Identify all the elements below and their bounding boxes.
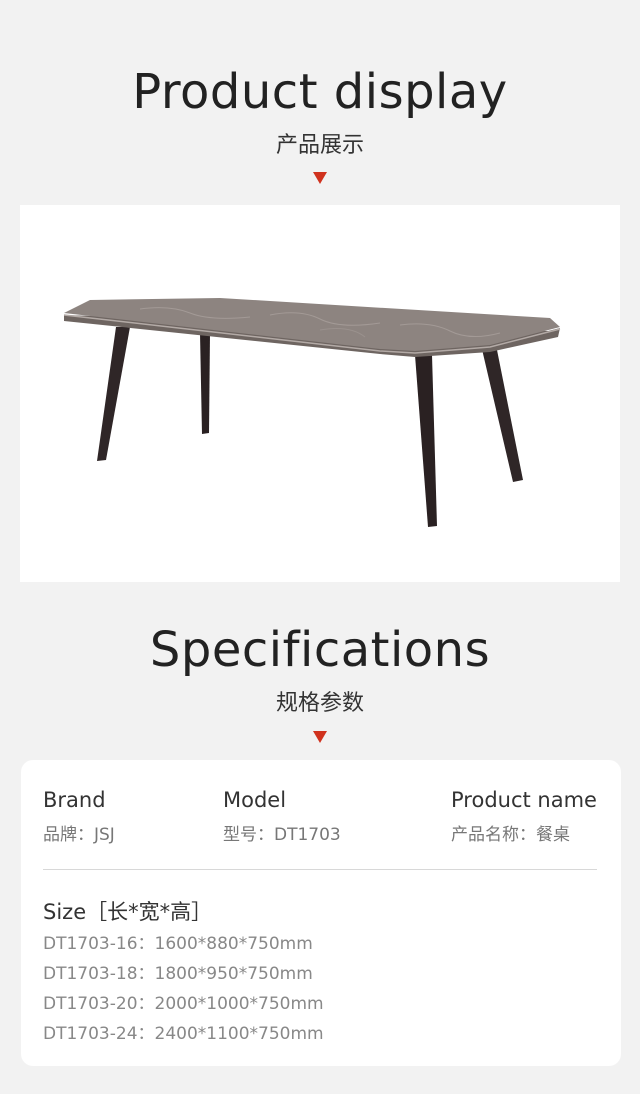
table-leg-front-left [97, 327, 130, 461]
product-name-label: Product name [451, 788, 597, 812]
size-row: DT1703-16：1600*880*750mm [43, 934, 313, 954]
table-leg-back-left [200, 333, 210, 434]
brand-label: Brand [43, 788, 106, 812]
size-row: DT1703-24：2400*1100*750mm [43, 1024, 324, 1044]
specifications-title: Specifications [149, 622, 491, 678]
table-leg-back-right [481, 345, 523, 482]
table-leg-front-right [415, 355, 437, 527]
brand-value: 品牌：JSJ [43, 825, 115, 845]
model-label: Model [223, 788, 287, 812]
product-photo [20, 205, 620, 582]
spec-card: Brand 品牌：JSJ Model 型号：DT1703 Product nam… [21, 760, 621, 1066]
divider [43, 869, 597, 870]
model-value: 型号：DT1703 [223, 825, 341, 845]
product-name-value: 产品名称：餐桌 [451, 825, 570, 845]
size-label: Size［长*宽*高］ [43, 900, 213, 924]
size-row: DT1703-20：2000*1000*750mm [43, 994, 324, 1014]
specifications-subtitle: 规格参数 [275, 691, 364, 716]
product-display-subtitle: 产品展示 [275, 133, 364, 158]
down-arrow-icon [313, 731, 327, 743]
size-row: DT1703-18：1800*950*750mm [43, 964, 313, 984]
dining-table-image [63, 298, 561, 527]
product-display-title: Product display [132, 64, 508, 120]
down-arrow-icon [313, 172, 327, 184]
